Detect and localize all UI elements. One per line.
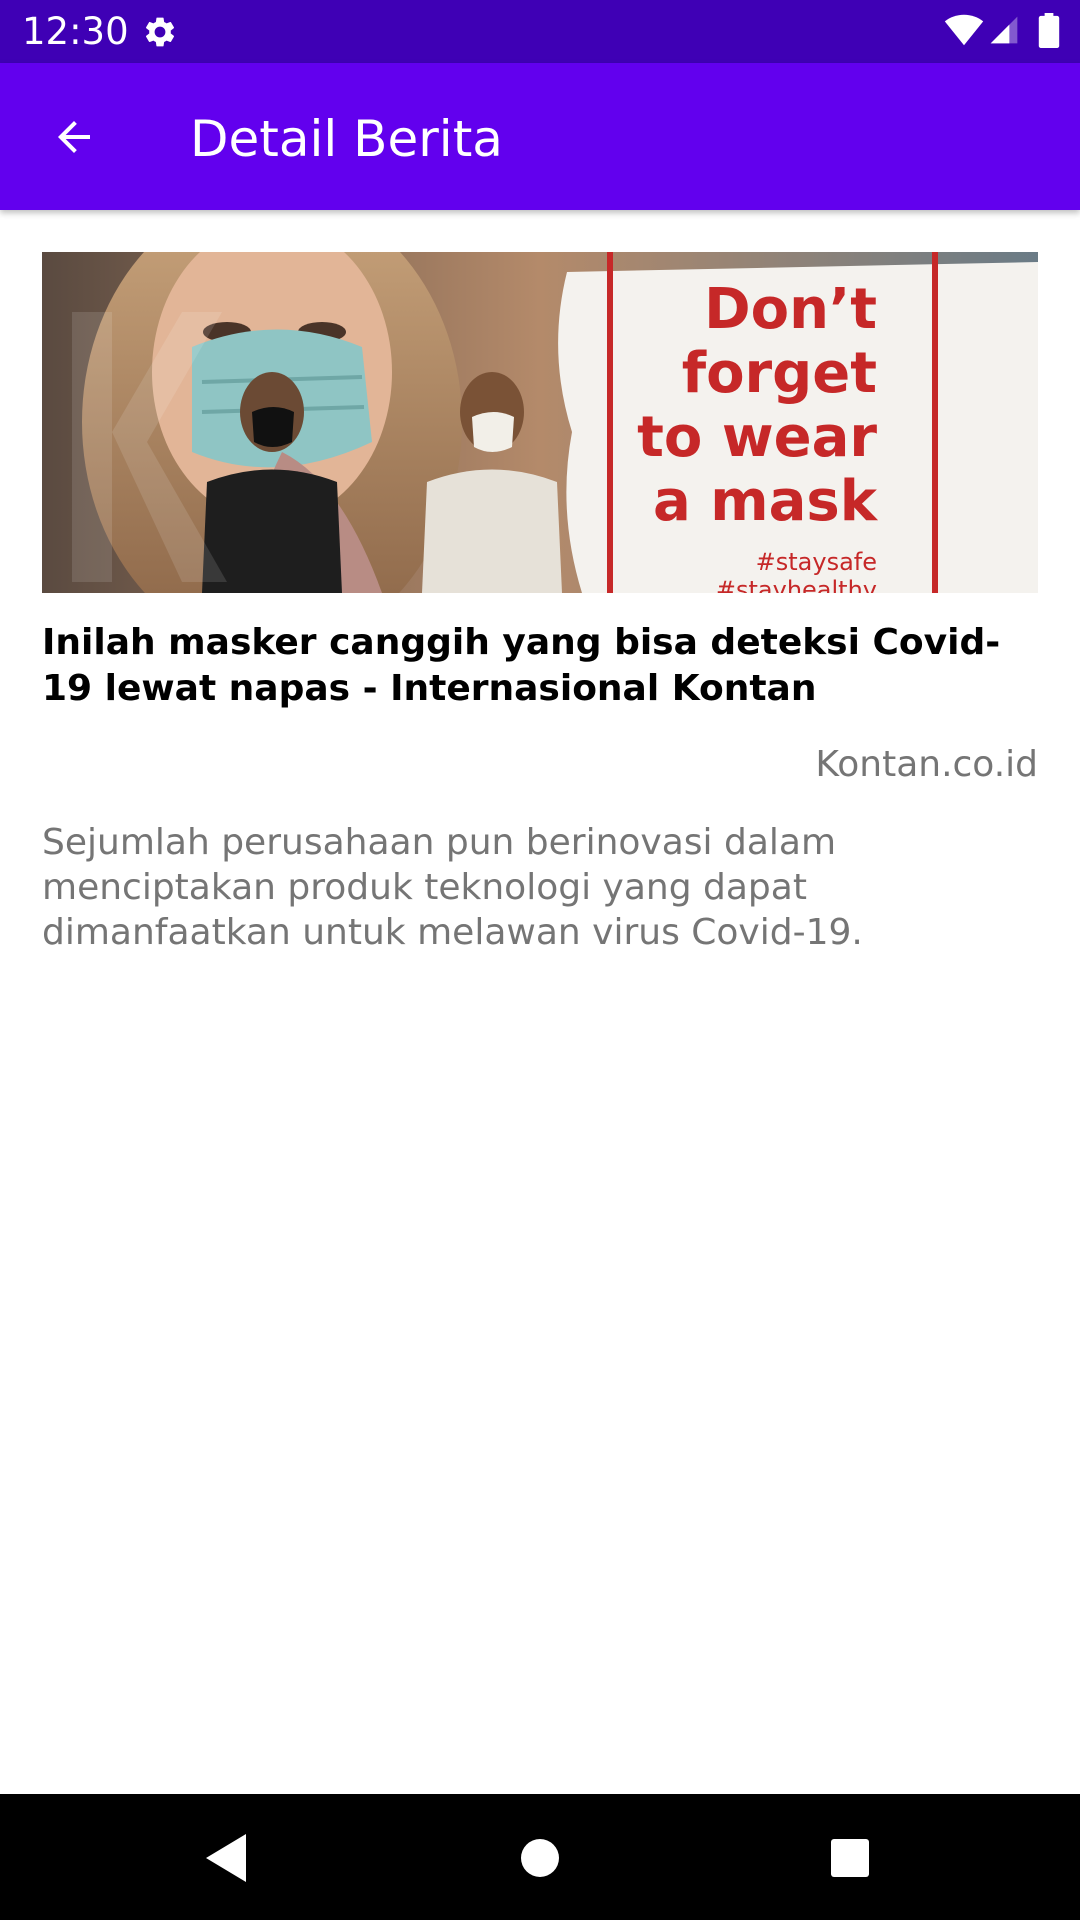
- arrow-back-icon: [58, 121, 90, 153]
- article-title: Inilah masker canggih yang bisa deteksi …: [42, 622, 1001, 709]
- status-bar: 12:30: [0, 0, 1080, 63]
- nav-home-button[interactable]: [504, 1822, 576, 1894]
- status-time: 12:30: [22, 10, 129, 53]
- signal-icon: [990, 16, 1018, 44]
- navigation-bar: [0, 1794, 1080, 1920]
- article-description: Sejumlah perusahaan pun berinovasi dalam…: [42, 822, 863, 953]
- sign-text-line-4: a mask: [653, 469, 879, 534]
- sign-text-line-1: Don’t: [704, 277, 877, 342]
- battery-icon: [1038, 13, 1060, 48]
- article-source: Kontan.co.id: [815, 744, 1038, 785]
- gear-icon: [145, 17, 175, 47]
- screen: 12:30 Detail Berita Don’t forget to wear…: [0, 0, 1080, 1920]
- sign-hashtag-1: #staysafe: [756, 548, 877, 576]
- sign-text-line-2: forget: [682, 341, 877, 406]
- back-button[interactable]: [36, 99, 112, 175]
- wifi-icon: [944, 14, 984, 46]
- nav-back-icon: [206, 1834, 246, 1882]
- article-image-illustration: Don’t forget to wear a mask #staysafe #s…: [42, 252, 1038, 593]
- nav-recents-icon: [831, 1839, 869, 1877]
- page-title: Detail Berita: [190, 110, 503, 168]
- nav-recents-button[interactable]: [814, 1822, 886, 1894]
- nav-home-icon: [521, 1839, 559, 1877]
- sign-text-line-3: to wear: [637, 405, 877, 470]
- app-bar: Detail Berita: [0, 63, 1080, 210]
- article-image: Don’t forget to wear a mask #staysafe #s…: [42, 252, 1038, 593]
- sign-hashtag-2: #stayhealthy: [716, 576, 877, 593]
- nav-back-button[interactable]: [190, 1822, 262, 1894]
